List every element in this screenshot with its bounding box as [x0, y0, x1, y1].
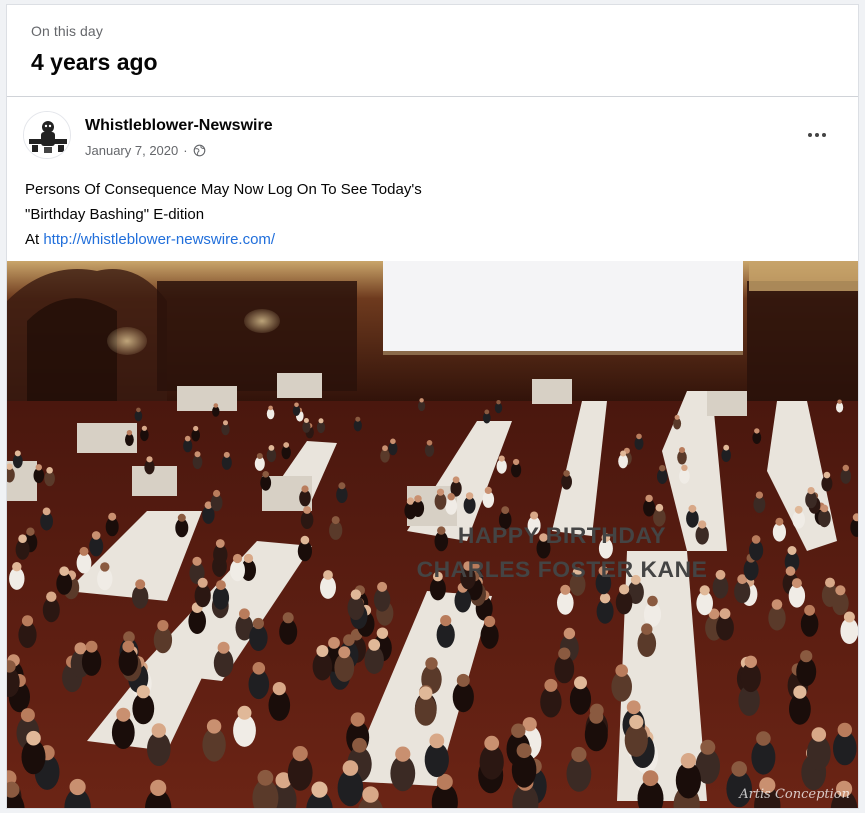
post-photo[interactable]: HAPPY BIRTHDAY CHARLES FOSTER KANE Artis…: [7, 261, 858, 808]
website-link[interactable]: http://whistleblower-newswire.com/: [43, 231, 275, 248]
avatar-logo-icon: [24, 112, 70, 158]
link-prefix: At: [25, 231, 44, 248]
memory-header: On this day 4 years ago: [7, 5, 858, 97]
globe-icon[interactable]: [193, 144, 206, 157]
post-text-line-2: "Birthday Bashing" E-dition: [25, 206, 205, 223]
post-header: Whistleblower-Newswire January 7, 2020 ·: [23, 109, 842, 165]
post-text-line-3: At http://whistleblower-newswire.com/: [25, 227, 842, 252]
post-date[interactable]: January 7, 2020: [85, 143, 178, 158]
birthday-banner: HAPPY BIRTHDAY CHARLES FOSTER KANE: [380, 519, 744, 587]
meta-separator: ·: [183, 143, 188, 158]
memory-card: On this day 4 years ago Whistleblower-Ne…: [6, 4, 859, 809]
banner-line-2: CHARLES FOSTER KANE: [416, 557, 708, 582]
memory-kicker: On this day: [31, 23, 103, 39]
memory-title: 4 years ago: [31, 49, 158, 75]
page-avatar[interactable]: [23, 111, 71, 159]
post-text: Persons Of Consequence May Now Log On To…: [25, 177, 842, 252]
photo-credit: Artis Conception: [739, 787, 850, 802]
post-meta: January 7, 2020 ·: [85, 143, 206, 158]
page-name-link[interactable]: Whistleblower-Newswire: [85, 117, 273, 135]
post-text-line-1: Persons Of Consequence May Now Log On To…: [25, 181, 422, 198]
more-options-icon[interactable]: [802, 123, 832, 147]
banner-line-1: HAPPY BIRTHDAY: [457, 523, 667, 548]
